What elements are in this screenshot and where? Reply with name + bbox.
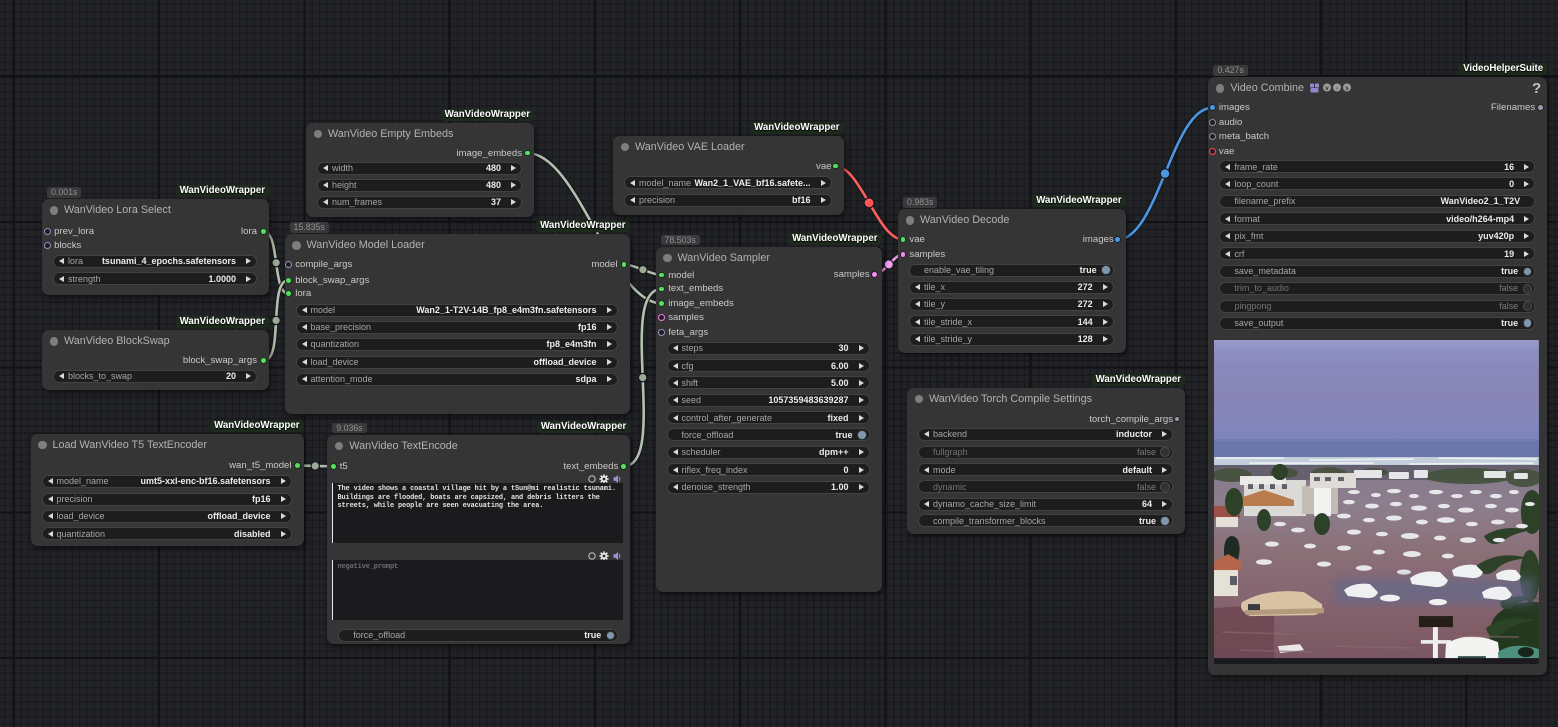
svg-text:s: s: [1345, 85, 1349, 92]
svg-text:v: v: [1325, 85, 1329, 92]
svg-text:-: -: [1336, 85, 1338, 92]
